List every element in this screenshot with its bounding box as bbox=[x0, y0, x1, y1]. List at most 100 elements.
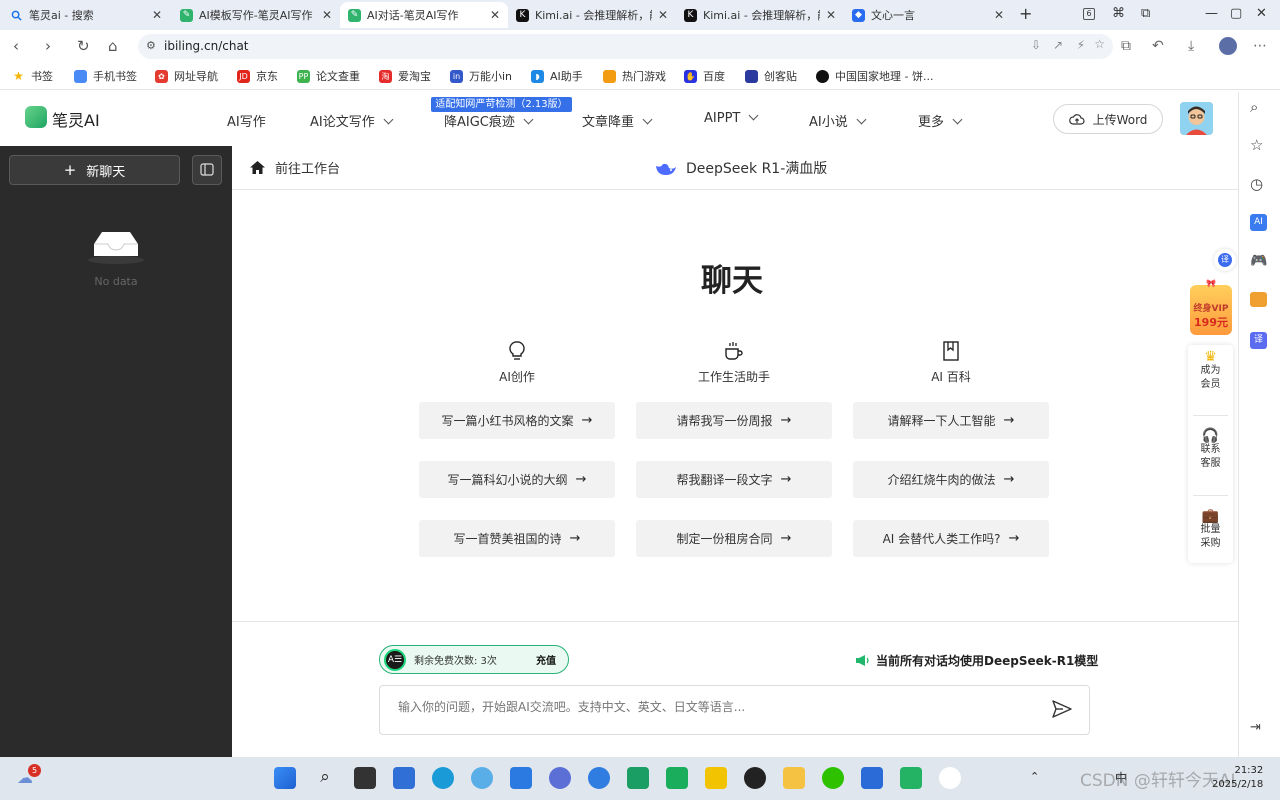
tab-count-badge[interactable]: 6 bbox=[1083, 8, 1095, 20]
close-icon[interactable]: ✕ bbox=[322, 8, 332, 22]
new-tab-button[interactable]: + bbox=[1019, 4, 1032, 23]
site-logo-text[interactable]: 笔灵AI bbox=[52, 107, 100, 131]
translate-button[interactable]: 译 bbox=[1214, 249, 1236, 271]
toolbox-icon[interactable] bbox=[1250, 292, 1267, 307]
bulk-purchase-button[interactable]: 💼 批量采购 bbox=[1188, 509, 1233, 551]
translate-icon[interactable]: 译 bbox=[1250, 332, 1267, 349]
vip-promo[interactable]: 🎀 终身VIP 199元 bbox=[1186, 275, 1234, 337]
screen-icon[interactable] bbox=[900, 767, 922, 789]
network-app-icon[interactable] bbox=[627, 767, 649, 789]
url-field[interactable]: ⚙ ibiling.cn/chat ⇩ ↗ ⚡ ☆ bbox=[138, 34, 1113, 59]
nav-more[interactable]: 更多 bbox=[918, 111, 963, 130]
reload-icon[interactable]: ↻ bbox=[77, 37, 90, 55]
edge-icon[interactable] bbox=[432, 767, 454, 789]
tray-chevron-icon[interactable]: ⌃ bbox=[1030, 770, 1039, 783]
extensions-icon[interactable]: ⧉ bbox=[1121, 38, 1131, 54]
bookmark-item[interactable]: in 万能小in bbox=[450, 68, 512, 84]
qq-icon[interactable] bbox=[744, 767, 766, 789]
prompt-card[interactable]: 制定一份租房合同 → bbox=[636, 520, 832, 557]
nav-ai-writing[interactable]: AI写作 bbox=[227, 111, 266, 130]
close-icon[interactable]: ✕ bbox=[658, 8, 668, 22]
browser-tab[interactable]: ✎ AI模板写作-笔灵AI写作 ✕ bbox=[172, 2, 340, 28]
close-icon[interactable]: ✕ bbox=[490, 8, 500, 22]
prompt-card[interactable]: 请帮我写一份周报 → bbox=[636, 402, 832, 439]
more-menu-icon[interactable]: ⋯ bbox=[1253, 38, 1267, 54]
mail-icon[interactable] bbox=[861, 767, 883, 789]
prompt-card[interactable]: 介绍红烧牛肉的做法 → bbox=[853, 461, 1049, 498]
bookmark-item[interactable]: PP 论文查重 bbox=[297, 68, 360, 84]
prompt-card[interactable]: 写一篇科幻小说的大纲 → bbox=[419, 461, 615, 498]
upload-word-button[interactable]: 上传Word bbox=[1053, 104, 1163, 134]
prompt-card[interactable]: AI 会替代人类工作吗? → bbox=[853, 520, 1049, 557]
chat-input-box[interactable] bbox=[379, 685, 1090, 735]
minimize-button[interactable]: — bbox=[1205, 6, 1218, 21]
download-icon[interactable]: ⤓ bbox=[1188, 38, 1194, 54]
security-shield-icon[interactable] bbox=[705, 767, 727, 789]
undo-icon[interactable]: ↶ bbox=[1152, 38, 1164, 54]
bookmark-item[interactable]: 热门游戏 bbox=[603, 68, 666, 84]
search-icon[interactable]: ⌕ bbox=[314, 767, 336, 789]
bookmark-item[interactable]: JD 京东 bbox=[237, 68, 278, 84]
become-member-button[interactable]: ♛ 成为会员 bbox=[1188, 350, 1233, 392]
collapse-rail-icon[interactable]: ⇥ bbox=[1250, 720, 1261, 735]
nav-ai-thesis[interactable]: AI论文写作 bbox=[310, 111, 394, 130]
profile-avatar[interactable] bbox=[1219, 37, 1237, 55]
browser-tab[interactable]: K Kimi.ai - 会推理解析，能 ✕ bbox=[676, 2, 844, 28]
wechat-icon[interactable] bbox=[822, 767, 844, 789]
panda-icon[interactable] bbox=[939, 767, 961, 789]
prompt-card[interactable]: 请解释一下人工智能 → bbox=[853, 402, 1049, 439]
user-avatar[interactable] bbox=[1180, 102, 1213, 135]
browser-app-icon[interactable] bbox=[471, 767, 493, 789]
forward-icon[interactable]: › bbox=[45, 37, 51, 55]
nav-rewrite[interactable]: 文章降重 bbox=[582, 111, 653, 130]
task-view-icon[interactable] bbox=[354, 767, 376, 789]
extension-icon[interactable]: ⧉ bbox=[1141, 6, 1150, 21]
install-icon[interactable]: ⇩ bbox=[1031, 38, 1041, 52]
nav-aippt[interactable]: AIPPT bbox=[704, 110, 759, 126]
history-icon[interactable]: ◷ bbox=[1250, 175, 1263, 193]
ai-assistant-icon[interactable]: AI bbox=[1250, 214, 1267, 231]
bookmark-item[interactable]: ◗ AI助手 bbox=[531, 68, 583, 84]
nav-ai-novel[interactable]: AI小说 bbox=[809, 111, 867, 130]
share-icon[interactable]: ↗ bbox=[1053, 38, 1063, 52]
favorite-star-icon[interactable]: ☆ bbox=[1094, 37, 1105, 51]
window-close-button[interactable]: ✕ bbox=[1256, 6, 1267, 21]
collection-icon[interactable]: ⌘ bbox=[1112, 6, 1125, 21]
favorite-star-icon[interactable]: ☆ bbox=[1250, 136, 1263, 154]
bookmark-item[interactable]: ★ 书签 bbox=[12, 68, 53, 84]
nav-reduce-aigc[interactable]: 降AIGC痕迹 bbox=[444, 111, 534, 130]
browser-tab[interactable]: K Kimi.ai - 会推理解析，能 ✕ bbox=[508, 2, 676, 28]
prompt-card[interactable]: 写一首赞美祖国的诗 → bbox=[419, 520, 615, 557]
system-clock[interactable]: 21:32 2025/2/18 bbox=[1212, 764, 1263, 792]
home-icon[interactable]: ⌂ bbox=[108, 37, 118, 55]
browser-tab[interactable]: ◆ 文心一言 ✕ bbox=[844, 2, 1012, 28]
search-icon[interactable]: ⌕ bbox=[1250, 98, 1258, 116]
bookmark-item[interactable]: 手机书签 bbox=[74, 68, 137, 84]
folder-icon[interactable] bbox=[783, 767, 805, 789]
lightning-icon[interactable]: ⚡ bbox=[1077, 38, 1085, 52]
app-icon[interactable] bbox=[588, 767, 610, 789]
send-button[interactable] bbox=[1051, 699, 1073, 722]
back-icon[interactable]: ‹ bbox=[13, 37, 19, 55]
bookmark-item[interactable]: ✋ 百度 bbox=[684, 68, 725, 84]
bookmark-item[interactable]: ✿ 网址导航 bbox=[155, 68, 218, 84]
bookmark-item[interactable]: 创客贴 bbox=[745, 68, 797, 84]
close-icon[interactable]: ✕ bbox=[826, 8, 836, 22]
browser-tab-active[interactable]: ✎ AI对话-笔灵AI写作 ✕ bbox=[340, 2, 508, 28]
gamepad-icon[interactable]: 🎮 bbox=[1250, 253, 1267, 269]
bookmark-item[interactable]: 淘爱淘宝 bbox=[379, 68, 431, 84]
workbench-link[interactable]: 前往工作台 bbox=[249, 158, 340, 177]
sidebar-toggle-button[interactable] bbox=[192, 155, 222, 185]
recharge-button[interactable]: 充值 bbox=[536, 652, 556, 667]
bookmark-item[interactable]: 中国国家地理 - 饼... bbox=[816, 68, 933, 84]
prompt-card[interactable]: 帮我翻译一段文字 → bbox=[636, 461, 832, 498]
prompt-card[interactable]: 写一篇小红书风格的文案 → bbox=[419, 402, 615, 439]
new-chat-button[interactable]: + 新聊天 bbox=[9, 155, 180, 185]
shopping-icon[interactable] bbox=[666, 767, 688, 789]
ai-browser-icon[interactable] bbox=[510, 767, 532, 789]
maximize-button[interactable]: ▢ bbox=[1230, 6, 1242, 21]
site-info-icon[interactable]: ⚙ bbox=[146, 39, 156, 52]
arc-icon[interactable] bbox=[549, 767, 571, 789]
customer-service-button[interactable]: 🎧 联系客服 bbox=[1188, 429, 1233, 471]
close-icon[interactable]: ✕ bbox=[994, 8, 1004, 22]
